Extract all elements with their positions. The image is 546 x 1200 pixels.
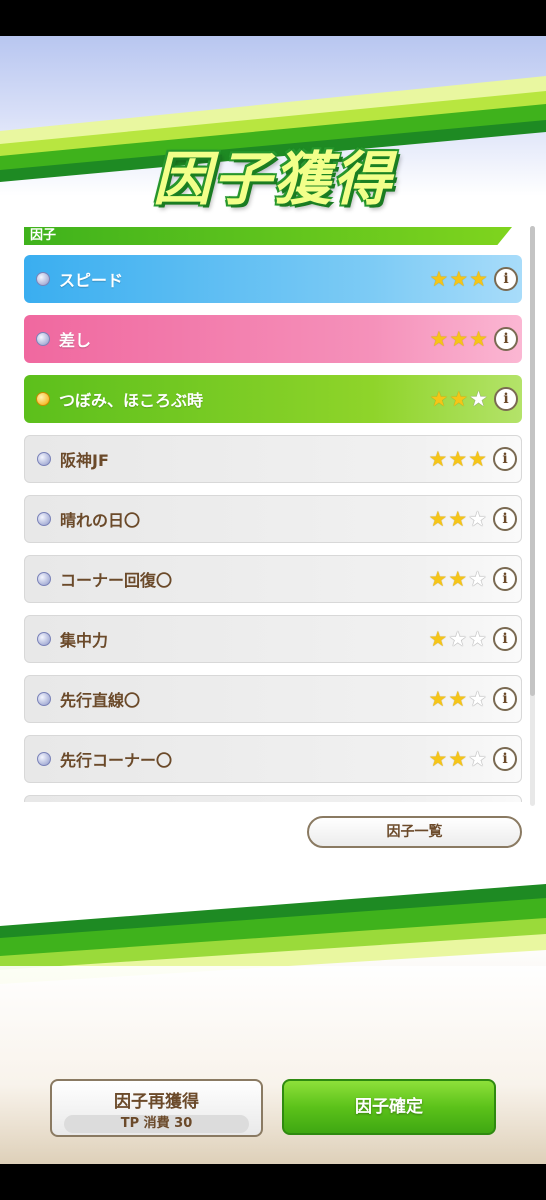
star-filled-icon: ★ [428,506,448,531]
info-icon[interactable]: i [494,387,518,411]
factor-result-screen: 因子獲得 因子 スピード ★ ★ ★ i 差し ★ ★ ★ i つぼみ、ほころぶ時 ★ ★ ★ i 阪神JF ★… [0,36,546,1164]
star-empty-icon: ★ [468,566,487,591]
blue-gem-icon [37,692,51,706]
star-rating: ★ ★ ★ [429,266,488,291]
star-filled-icon: ★ [429,326,449,351]
star-filled-icon: ★ [428,686,448,711]
factor-row[interactable]: つぼみ、ほころぶ時 ★ ★ ★ i [24,375,522,423]
blue-gem-icon [37,632,51,646]
blue-gem-icon [37,452,51,466]
info-icon[interactable]: i [493,447,517,471]
factor-name: スピード [59,271,124,290]
star-rating: ★ ★ ★ [429,386,488,411]
info-icon[interactable]: i [493,687,517,711]
factor-name: 先行コーナー〇 [60,751,173,770]
star-filled-icon: ★ [428,566,448,591]
star-rating: ★ ★ ★ [428,686,487,711]
star-filled-icon: ★ [469,266,488,291]
factor-row[interactable]: 差し ★ ★ ★ i [24,315,522,363]
star-rating: ★ ★ ★ [428,566,487,591]
info-icon[interactable]: i [494,327,518,351]
regain-factor-button[interactable]: 因子再獲得 TP 消費 30 [50,1079,263,1137]
navigation-bar [0,1164,546,1200]
section-header: 因子 [24,227,512,245]
info-icon[interactable]: i [493,507,517,531]
star-filled-icon: ★ [448,566,468,591]
star-filled-icon: ★ [469,326,488,351]
factor-name: 晴れの日〇 [60,511,141,530]
factor-row[interactable]: 晴れの日〇 ★ ★ ★ i [24,495,522,543]
regain-factor-label: 因子再獲得 [114,1092,199,1112]
blue-gem-icon [36,272,50,286]
factor-row[interactable]: 先行コーナー〇 ★ ★ ★ i [24,735,522,783]
star-empty-icon: ★ [448,626,468,651]
scrollbar[interactable] [530,226,535,806]
star-filled-icon: ★ [428,626,448,651]
star-rating: ★ ★ ★ [428,506,487,531]
star-filled-icon: ★ [429,386,449,411]
star-rating: ★ ★ ★ [429,326,488,351]
star-empty-icon: ★ [468,746,487,771]
star-filled-icon: ★ [448,746,468,771]
star-filled-icon: ★ [448,506,468,531]
tp-cost-label: TP 消費 30 [64,1115,249,1133]
info-icon[interactable]: i [493,567,517,591]
factor-row[interactable]: コーナー回復〇 ★ ★ ★ i [24,555,522,603]
info-icon[interactable]: i [493,747,517,771]
factor-name: コーナー回復〇 [60,571,173,590]
factor-row[interactable] [24,795,522,802]
star-filled-icon: ★ [449,386,469,411]
star-empty-icon: ★ [468,686,487,711]
factor-row[interactable]: 先行直線〇 ★ ★ ★ i [24,675,522,723]
blue-gem-icon [37,752,51,766]
scrollbar-thumb[interactable] [530,226,535,696]
star-empty-icon: ★ [468,626,487,651]
factor-list-button[interactable]: 因子一覧 [307,816,522,848]
star-rating: ★ ★ ★ [428,746,487,771]
factor-row[interactable]: 集中力 ★ ★ ★ i [24,615,522,663]
factor-name: つぼみ、ほころぶ時 [59,391,204,410]
blue-gem-icon [37,572,51,586]
star-filled-icon: ★ [428,746,448,771]
factor-row[interactable]: 阪神JF ★ ★ ★ i [24,435,522,483]
star-rating: ★ ★ ★ [428,626,487,651]
star-filled-icon: ★ [448,686,468,711]
page-title: 因子獲得 [152,145,393,213]
star-filled-icon: ★ [448,446,468,471]
blue-gem-icon [37,512,51,526]
star-filled-icon: ★ [449,266,469,291]
star-empty-icon: ★ [469,386,488,411]
factor-row[interactable]: スピード ★ ★ ★ i [24,255,522,303]
info-icon[interactable]: i [494,267,518,291]
gold-gem-icon [36,392,50,406]
status-bar [0,0,546,36]
factor-name: 差し [59,331,92,350]
blue-gem-icon [36,332,50,346]
info-icon[interactable]: i [493,627,517,651]
star-filled-icon: ★ [428,446,448,471]
factor-name: 集中力 [60,631,109,650]
star-filled-icon: ★ [449,326,469,351]
star-rating: ★ ★ ★ [428,446,487,471]
factor-name: 阪神JF [60,451,109,470]
star-filled-icon: ★ [468,446,487,471]
factor-name: 先行直線〇 [60,691,141,710]
factor-list[interactable]: スピード ★ ★ ★ i 差し ★ ★ ★ i つぼみ、ほころぶ時 ★ ★ ★ i 阪神JF ★ ★ ★ i 晴れの日〇… [24,255,522,802]
confirm-factor-button[interactable]: 因子確定 [282,1079,496,1135]
star-empty-icon: ★ [468,506,487,531]
star-filled-icon: ★ [429,266,449,291]
